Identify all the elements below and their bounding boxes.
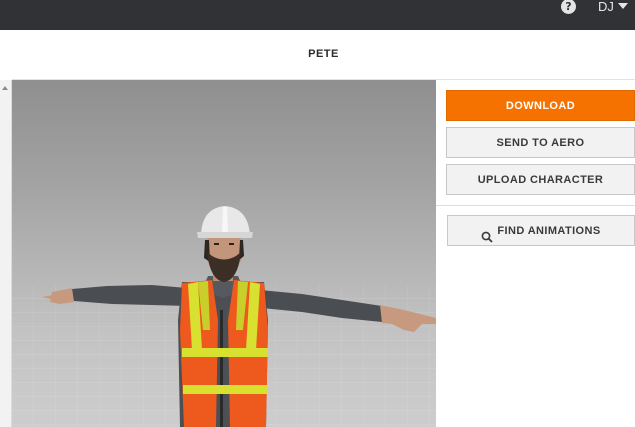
upload-character-button[interactable]: UPLOAD CHARACTER	[446, 164, 635, 195]
page-title: PETE	[308, 48, 339, 60]
scroll-up-icon[interactable]	[2, 86, 8, 90]
user-menu[interactable]: DJ	[598, 0, 628, 15]
title-bar: PETE	[12, 30, 635, 80]
user-initials: DJ	[598, 0, 614, 14]
send-to-aero-button[interactable]: SEND TO AERO	[446, 127, 635, 158]
find-animations-label: FIND ANIMATIONS	[497, 224, 601, 237]
left-scrollbar[interactable]	[0, 80, 12, 427]
find-animations-button[interactable]: FIND ANIMATIONS	[447, 215, 635, 246]
action-sidebar: DOWNLOAD SEND TO AERO UPLOAD CHARACTER F…	[436, 80, 635, 427]
sidebar-divider	[436, 205, 635, 206]
character-model	[42, 206, 436, 427]
search-icon	[481, 225, 494, 243]
help-icon[interactable]: ?	[561, 0, 576, 14]
character-viewport[interactable]	[12, 80, 436, 427]
download-button[interactable]: DOWNLOAD	[446, 90, 635, 121]
top-bar: ? DJ	[0, 0, 635, 30]
chevron-down-icon	[617, 3, 628, 9]
